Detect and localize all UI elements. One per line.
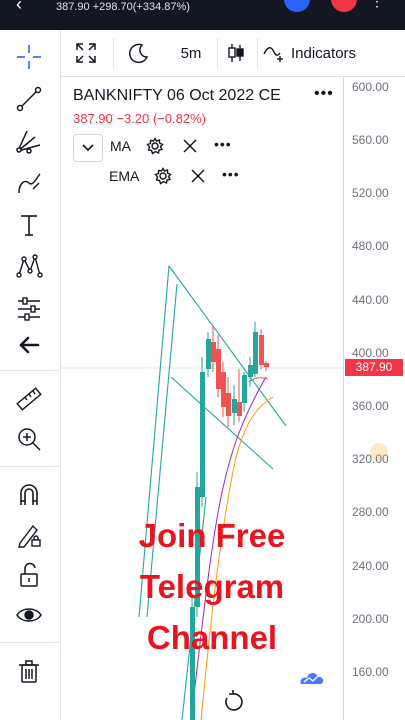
price-tick: 440.00 [352,293,389,307]
theme-toggle-button[interactable] [121,30,155,76]
indicator-ma-label[interactable]: MA [110,138,131,154]
ruler-icon [16,387,42,411]
brush-icon [18,173,41,194]
unlock-icon [20,562,38,587]
unlock-tool[interactable] [10,558,48,592]
back-arrow-icon [19,336,40,354]
magnet-icon [20,484,38,505]
fullscreen-icon [76,43,96,63]
indicator-ma-more-icon[interactable]: ••• [214,136,232,152]
fib-icon [16,130,41,154]
pattern-tool[interactable] [10,250,48,284]
price-tick: 600.00 [352,80,389,94]
price-axis[interactable]: 600.00 560.00 520.00 480.00 440.00 400.0… [343,77,405,720]
cloud-icon[interactable] [299,668,325,686]
more-options-icon[interactable]: ⋮ [370,0,385,10]
buy-button[interactable] [284,0,310,12]
settings-icon[interactable] [154,167,172,185]
brush-tool[interactable] [10,166,48,200]
settings-icon[interactable] [146,137,164,155]
visibility-tool[interactable] [10,598,48,632]
zoom-in-tool[interactable] [10,422,48,456]
magnet-tool[interactable] [10,478,48,512]
pattern-icon [16,254,43,278]
candles-icon [228,44,244,62]
promo-line: Telegram [139,568,285,605]
back-icon[interactable]: ‹ [16,0,22,15]
crosshair-icon [17,45,41,69]
price-tick: 480.00 [352,239,389,253]
moon-icon [129,43,149,64]
close-icon[interactable] [181,137,199,155]
lock-drawing-icon [18,524,41,548]
status-bar: ‹ 387.90 +298.70(+334.87%) ⋮ [0,0,405,30]
price-tick: 200.00 [352,612,389,626]
price-tick: 360.00 [352,399,389,413]
chart-toolbar: 5m Indicators [61,30,405,77]
quote-summary: 387.90 +298.70(+334.87%) [56,1,190,13]
indicator-ema-label[interactable]: EMA [109,168,139,184]
measure-tools-icon [18,297,40,321]
chart-type-button[interactable] [223,30,249,76]
indicators-label: Indicators [291,44,357,62]
fib-tool[interactable] [10,124,48,158]
price-tick: 520.00 [352,186,389,200]
crosshair-tool[interactable] [10,40,48,74]
price-tick: 160.00 [352,665,389,679]
legend-price: 387.90 −3.20 (−0.82%) [73,111,206,126]
text-icon [21,215,37,236]
sell-button[interactable] [331,0,357,12]
symbol-more-icon[interactable]: ••• [314,85,334,103]
lock-drawing-tool[interactable] [10,518,48,552]
measure-tools[interactable] [10,292,48,326]
current-price-label: 387.90 [345,359,403,376]
alert-marker [370,443,388,461]
reset-chart-icon[interactable] [219,688,247,716]
chevron-down-icon [82,144,94,152]
close-icon[interactable] [189,167,207,185]
price-tick: 560.00 [352,133,389,147]
promo-line: Channel [146,619,278,656]
trash-icon [19,660,39,683]
promo-overlay: Join Free Telegram Channel [112,510,312,663]
text-tool[interactable] [10,208,48,242]
indicator-ema-more-icon[interactable]: ••• [222,166,240,182]
zoom-in-icon [18,428,41,451]
collapse-toolbar-button[interactable] [10,328,48,362]
interval-button[interactable]: 5m [169,30,213,76]
remove-drawings-tool[interactable] [10,654,48,688]
trend-line-icon [16,86,42,112]
promo-line: Join Free [138,517,286,554]
price-tick: 280.00 [352,505,389,519]
trend-line-tool[interactable] [10,82,48,116]
legend-collapse-button[interactable] [73,134,103,162]
eye-icon [16,608,42,622]
fullscreen-button[interactable] [71,30,101,76]
indicators-icon [263,47,283,62]
indicators-button[interactable]: Indicators [263,30,405,76]
symbol-title[interactable]: BANKNIFTY 06 Oct 2022 CE [73,87,281,105]
ruler-tool[interactable] [10,382,48,416]
price-tick: 400.00 [352,346,389,360]
price-tick: 240.00 [352,559,389,573]
drawing-toolbar [0,30,61,720]
